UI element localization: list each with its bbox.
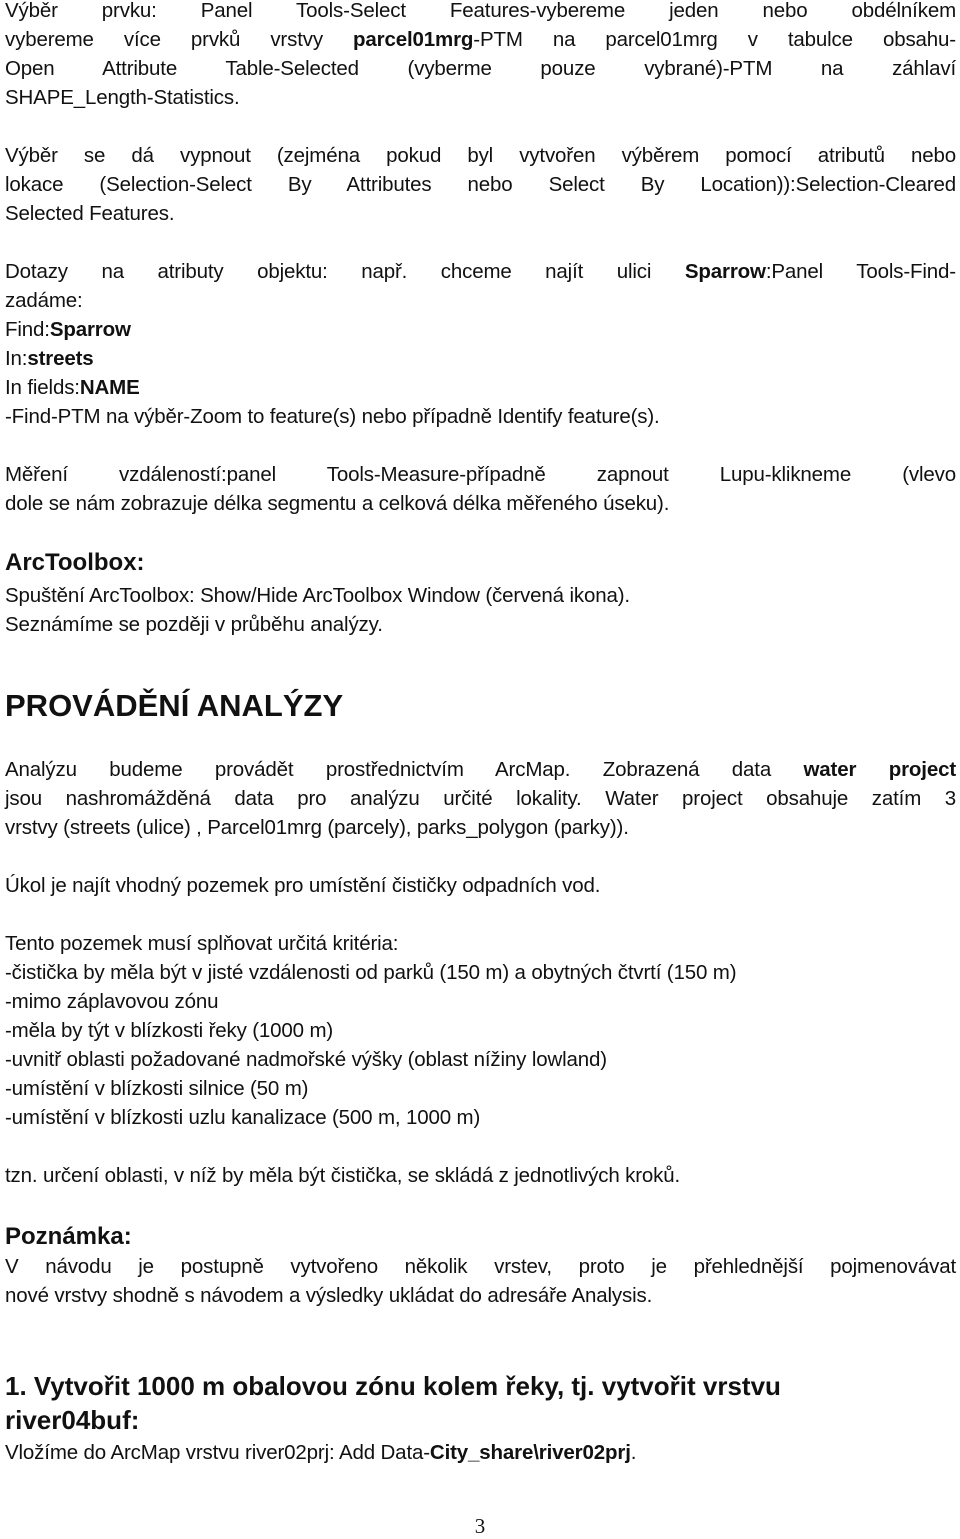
in-value: streets bbox=[27, 347, 94, 370]
criteria-item: -umístění v blízkosti uzlu kanalizace (5… bbox=[5, 1106, 481, 1129]
in-line: In:streets bbox=[5, 344, 956, 373]
text: vybereme více prvků vrstvy bbox=[5, 28, 353, 51]
analysis-line-2: jsou nashromážděná data pro analýzu urči… bbox=[5, 787, 956, 810]
selection-paragraph-line-4: SHAPE_Length-Statistics. bbox=[5, 86, 240, 109]
find-label: Find: bbox=[5, 318, 50, 341]
criteria-item: -umístění v blízkosti silnice (50 m) bbox=[5, 1077, 309, 1100]
note-heading: Poznámka: bbox=[5, 1223, 132, 1250]
selection-paragraph-line-2: vybereme více prvků vrstvy parcel01mrg-P… bbox=[5, 25, 956, 54]
criteria-intro: Tento pozemek musí splňovat určitá krité… bbox=[5, 932, 399, 955]
find-value: Sparrow bbox=[49, 318, 131, 341]
criteria-item: -měla by týt v blízkosti řeky (1000 m) bbox=[5, 1019, 334, 1042]
layer-name-parcel01mrg: parcel01mrg bbox=[353, 28, 474, 51]
text: Vložíme do ArcMap vrstvu river02prj: Add… bbox=[5, 1441, 430, 1464]
project-name: water project bbox=[803, 758, 956, 781]
in-fields-line: In fields:NAME bbox=[5, 373, 956, 402]
analysis-line-3: vrstvy (streets (ulice) , Parcel01mrg (p… bbox=[5, 816, 629, 839]
selection-paragraph-line-1: Výběr prvku: Panel Tools-Select Features… bbox=[5, 0, 956, 22]
task-line: Úkol je najít vhodný pozemek pro umístěn… bbox=[5, 874, 601, 897]
note-line-2: nové vrstvy shodně s návodem a výsledky … bbox=[5, 1284, 653, 1307]
text: Analýzu budeme provádět prostřednictvím … bbox=[5, 758, 804, 781]
criteria-item: -čistička by měla být v jisté vzdálenost… bbox=[5, 961, 737, 984]
analysis-line-1: Analýzu budeme provádět prostřednictvím … bbox=[5, 755, 956, 784]
measure-paragraph-line-1: Měření vzdáleností:panel Tools-Measure-p… bbox=[5, 463, 956, 486]
summary-line: tzn. určení oblasti, v níž by měla být č… bbox=[5, 1164, 681, 1187]
page-number: 3 bbox=[474, 1514, 486, 1538]
text: Dotazy na atributy objektu: např. chceme… bbox=[5, 260, 685, 283]
arctoolbox-line-2: Seznámíme se později v průběhu analýzy. bbox=[5, 613, 383, 636]
clear-selection-line-3: Selected Features. bbox=[5, 202, 175, 225]
measure-paragraph-line-2: dole se nám zobrazuje délka segmentu a c… bbox=[5, 492, 670, 515]
text: :Panel Tools-Find- bbox=[765, 260, 956, 283]
find-line: Find:Sparrow bbox=[5, 315, 956, 344]
criteria-item: -uvnitř oblasti požadované nadmořské výš… bbox=[5, 1048, 607, 1071]
in-fields-value: NAME bbox=[79, 376, 140, 399]
arctoolbox-heading: ArcToolbox: bbox=[5, 549, 145, 576]
in-label: In: bbox=[5, 347, 28, 370]
query-paragraph-line-6: -Find-PTM na výběr-Zoom to feature(s) ne… bbox=[5, 405, 660, 428]
arctoolbox-line-1: Spuštění ArcToolbox: Show/Hide ArcToolbo… bbox=[5, 584, 630, 607]
in-fields-label: In fields: bbox=[5, 376, 80, 399]
query-paragraph-line-2: zadáme: bbox=[5, 289, 83, 312]
note-line-1: V návodu je postupně vytvořeno několik v… bbox=[5, 1255, 956, 1278]
criteria-item: -mimo záplavovou zónu bbox=[5, 990, 219, 1013]
selection-paragraph-line-3: Open Attribute Table-Selected (vyberme p… bbox=[5, 57, 956, 80]
clear-selection-line-1: Výběr se dá vypnout (zejména pokud byl v… bbox=[5, 144, 956, 167]
data-path: City_share\river02prj bbox=[429, 1441, 631, 1464]
step1-heading-line-2: river04buf: bbox=[5, 1405, 140, 1435]
step1-heading-line-1: 1. Vytvořit 1000 m obalovou zónu kolem ř… bbox=[5, 1371, 781, 1401]
text: -PTM na parcel01mrg v tabulce obsahu- bbox=[473, 28, 956, 51]
text: . bbox=[630, 1441, 637, 1464]
analysis-heading: PROVÁDĚNÍ ANALÝZY bbox=[5, 688, 344, 723]
street-name: Sparrow bbox=[684, 260, 766, 283]
query-paragraph-line-1: Dotazy na atributy objektu: např. chceme… bbox=[5, 257, 956, 286]
step1-line-1: Vložíme do ArcMap vrstvu river02prj: Add… bbox=[5, 1438, 956, 1467]
clear-selection-line-2: lokace (Selection-Select By Attributes n… bbox=[5, 173, 956, 196]
